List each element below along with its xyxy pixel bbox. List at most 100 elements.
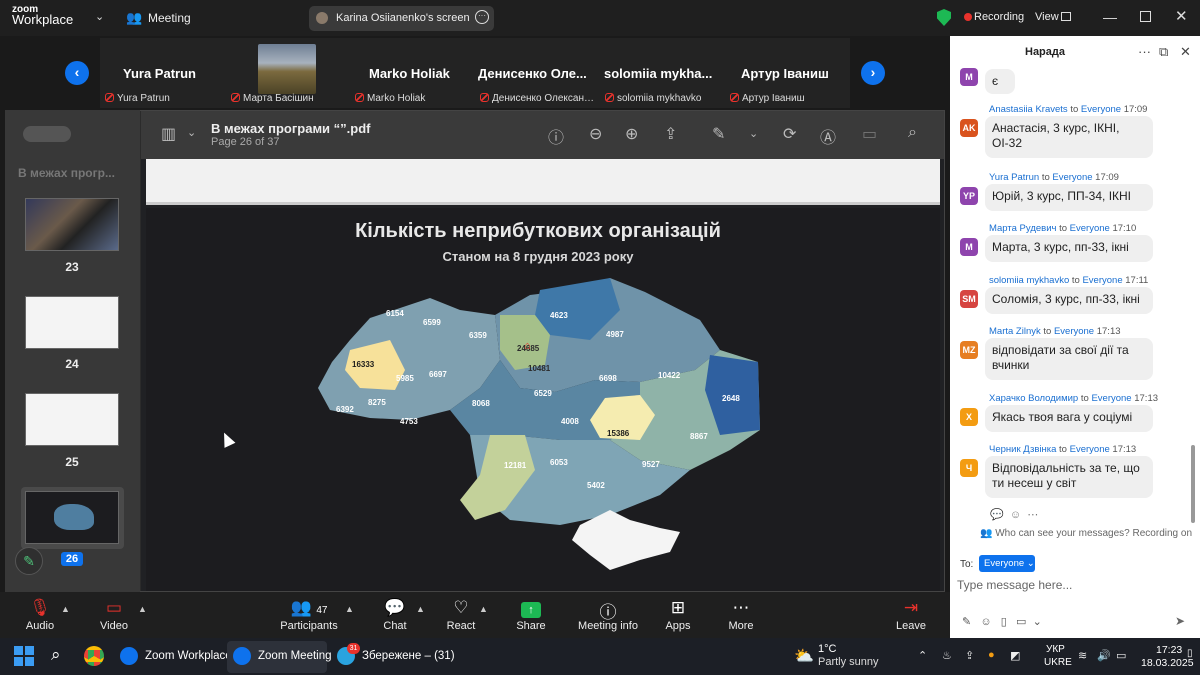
- language-line1[interactable]: УКР: [1046, 644, 1065, 655]
- recording-status[interactable]: Recording: [974, 11, 1024, 23]
- recording-dot-icon: [964, 13, 972, 21]
- clock-time[interactable]: 17:23: [1156, 644, 1182, 656]
- rotate-icon[interactable]: ⟳: [783, 124, 796, 144]
- sender-name[interactable]: Марта Рудевич: [989, 223, 1056, 234]
- search-icon[interactable]: ⌕: [51, 645, 61, 665]
- sender-name[interactable]: Anastasiia Kravets: [989, 104, 1068, 115]
- video-options-caret[interactable]: ▲: [138, 604, 147, 614]
- react-options-caret[interactable]: ▲: [479, 604, 488, 614]
- send-icon[interactable]: ➤: [1175, 614, 1185, 628]
- close-icon[interactable]: ✕: [1175, 7, 1188, 25]
- more-options-icon[interactable]: ···: [475, 10, 489, 24]
- recipient-name[interactable]: Everyone: [1081, 104, 1121, 115]
- chat-scrollbar[interactable]: [1191, 445, 1195, 523]
- search-icon[interactable]: ⌕: [908, 124, 917, 142]
- tray-app-icon[interactable]: ◩: [1010, 649, 1020, 662]
- sender-name[interactable]: Marta Zilnyk: [989, 326, 1041, 337]
- windows-start-icon[interactable]: [14, 646, 34, 666]
- chevron-up-icon[interactable]: ⌃: [918, 649, 927, 662]
- message-input[interactable]: Type message here...: [957, 578, 1187, 596]
- view-button[interactable]: View: [1035, 11, 1059, 23]
- sender-name[interactable]: solomiia mykhavko: [989, 275, 1069, 286]
- recipient-name[interactable]: Everyone: [1070, 223, 1110, 234]
- previous-participants-button[interactable]: ‹: [65, 61, 89, 85]
- weather-temp[interactable]: 1°C: [818, 643, 836, 655]
- zoom-in-icon[interactable]: ⊕: [625, 124, 638, 144]
- minimize-icon[interactable]: —: [1103, 9, 1117, 25]
- sender-name[interactable]: Yura Patrun: [989, 172, 1039, 183]
- tray-app-icon[interactable]: ●: [988, 649, 995, 661]
- page-thumbnail[interactable]: [25, 393, 119, 446]
- avatar: M: [960, 68, 978, 86]
- recipient-name[interactable]: Everyone: [1091, 393, 1131, 404]
- chevron-down-icon[interactable]: ⌄: [95, 10, 104, 23]
- maximize-icon[interactable]: [1140, 11, 1151, 22]
- pencil-icon[interactable]: ✎: [15, 547, 43, 575]
- mic-muted-icon: [105, 93, 114, 102]
- page-thumbnail[interactable]: [25, 491, 119, 544]
- message-time: 17:10: [1112, 223, 1137, 234]
- sidebar-icon[interactable]: ▥: [161, 124, 176, 144]
- taskbar-app-label[interactable]: Збережене – (31): [362, 650, 455, 662]
- recipient-name[interactable]: Everyone: [1082, 275, 1122, 286]
- pop-out-icon[interactable]: ⧉: [1159, 44, 1168, 60]
- wifi-icon[interactable]: ≋: [1078, 649, 1087, 662]
- battery-icon[interactable]: ▭: [1116, 649, 1126, 662]
- meeting-info-button[interactable]: ⓘ Meeting info: [573, 598, 643, 632]
- sender-name[interactable]: Харачко Володимир: [989, 393, 1078, 404]
- page-thumbnail[interactable]: [25, 296, 119, 349]
- page-number: 25: [65, 455, 79, 469]
- apps-button[interactable]: ⊞ Apps: [643, 598, 713, 632]
- recipient-dropdown[interactable]: Everyone ⌄: [979, 555, 1035, 572]
- grid-view-icon[interactable]: [1061, 12, 1071, 21]
- participants-options-caret[interactable]: ▲: [345, 604, 354, 614]
- map-value-label: 8867: [690, 432, 708, 441]
- reply-icon[interactable]: 💬: [990, 509, 1004, 521]
- emoji-icon[interactable]: ☺: [980, 616, 991, 628]
- next-participants-button[interactable]: ›: [861, 61, 885, 85]
- recipient-name[interactable]: Everyone: [1070, 444, 1110, 455]
- more-button[interactable]: ⋯ More: [706, 598, 776, 632]
- sidebar-toggle[interactable]: [23, 126, 71, 142]
- share-button[interactable]: ↑ Share: [496, 598, 566, 632]
- markup-icon[interactable]: Ⓐ: [820, 124, 836, 148]
- leave-button[interactable]: ⇥ Leave: [876, 598, 946, 632]
- more-icon[interactable]: ⋯: [1027, 509, 1038, 521]
- page-thumbnail[interactable]: [25, 198, 119, 251]
- chevron-down-icon[interactable]: ⌄: [749, 127, 758, 140]
- sender-name[interactable]: Черник Дзвінка: [989, 444, 1056, 455]
- people-icon: 👥: [980, 528, 993, 539]
- weather-desc[interactable]: Partly sunny: [818, 656, 879, 668]
- audio-options-caret[interactable]: ▲: [61, 604, 70, 614]
- tray-app-icon[interactable]: ⇪: [965, 649, 974, 662]
- chevron-down-icon[interactable]: ⌄: [1033, 616, 1042, 628]
- highlighter-icon[interactable]: ✎: [712, 124, 725, 144]
- recipient-name[interactable]: Everyone: [1054, 326, 1094, 337]
- recipient-name[interactable]: Everyone: [1052, 172, 1092, 183]
- participants-button[interactable]: 👥 47 Participants: [274, 598, 344, 632]
- language-line2[interactable]: UKRE: [1044, 657, 1072, 668]
- share-icon[interactable]: ⇪: [664, 124, 677, 144]
- map-value-label: 6392: [336, 405, 354, 414]
- volume-icon[interactable]: 🔊: [1097, 649, 1111, 662]
- more-icon[interactable]: ···: [1138, 44, 1151, 59]
- taskbar-app-label: Zoom Workplace: [145, 650, 232, 662]
- chat-options-caret[interactable]: ▲: [416, 604, 425, 614]
- steam-icon[interactable]: ♨: [942, 649, 952, 662]
- chrome-icon[interactable]: [84, 646, 104, 666]
- meeting-label[interactable]: Meeting: [148, 11, 191, 25]
- form-icon: ▭: [862, 126, 878, 143]
- avatar: SM: [960, 290, 978, 308]
- map-value-label: 6599: [423, 318, 441, 327]
- clock-date[interactable]: 18.03.2025: [1141, 657, 1194, 669]
- info-icon[interactable]: ⓘ: [548, 124, 564, 148]
- file-icon[interactable]: ▯: [1001, 616, 1007, 628]
- close-icon[interactable]: ✕: [1180, 44, 1191, 60]
- privacy-note[interactable]: 👥 Who can see your messages? Recording o…: [980, 528, 1192, 539]
- zoom-out-icon[interactable]: ⊖: [589, 124, 602, 144]
- chevron-down-icon[interactable]: ⌄: [187, 126, 196, 139]
- format-icon[interactable]: ✎: [962, 616, 971, 628]
- screenshot-icon[interactable]: ▭: [1016, 616, 1026, 628]
- add-reaction-icon[interactable]: ☺: [1010, 509, 1021, 521]
- notifications-icon[interactable]: ▯: [1187, 648, 1193, 659]
